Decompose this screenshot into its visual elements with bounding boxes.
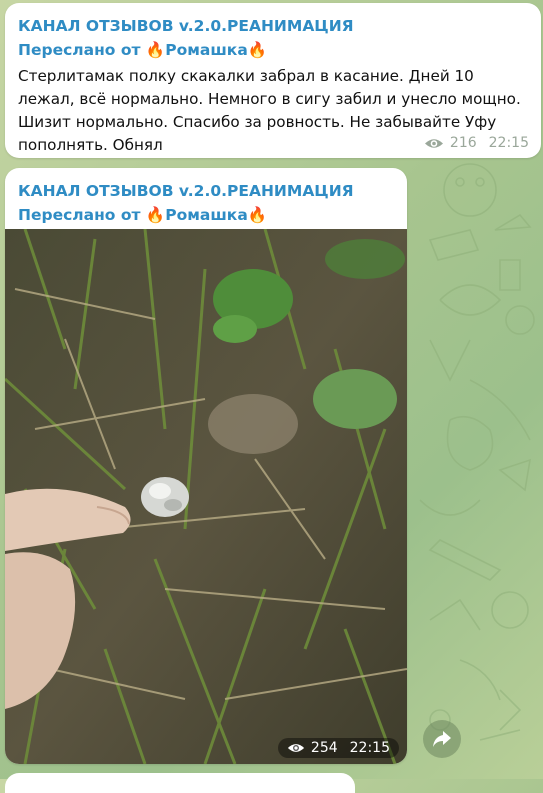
photo-message-bubble[interactable]: КАНАЛ ОТЗЫВОВ v.2.0.РЕАНИМАЦИЯ Переслано… bbox=[5, 168, 407, 764]
message-bubble[interactable]: КАНАЛ ОТЗЫВОВ v.2.0.РЕАНИМАЦИЯ Переслано… bbox=[5, 3, 541, 158]
forwarded-from[interactable]: Переслано от 🔥Ромашка🔥 bbox=[18, 41, 267, 59]
forwarded-name: Ромашка bbox=[165, 206, 248, 224]
forwarded-name: Ромашка bbox=[165, 41, 248, 59]
next-message-bubble[interactable] bbox=[5, 773, 355, 793]
eye-icon bbox=[287, 744, 305, 752]
views-count: 254 bbox=[310, 740, 338, 756]
message-meta: 216 22:15 bbox=[424, 135, 529, 151]
share-arrow-icon bbox=[433, 731, 451, 747]
forwarded-prefix: Переслано от bbox=[18, 206, 141, 224]
fire-emoji: 🔥 bbox=[247, 206, 268, 224]
fire-emoji: 🔥 bbox=[145, 41, 166, 59]
forwarded-prefix: Переслано от bbox=[18, 41, 141, 59]
channel-name[interactable]: КАНАЛ ОТЗЫВОВ v.2.0.РЕАНИМАЦИЯ bbox=[18, 182, 354, 200]
channel-name[interactable]: КАНАЛ ОТЗЫВОВ v.2.0.РЕАНИМАЦИЯ bbox=[18, 17, 354, 35]
photo-meta: 254 22:15 bbox=[277, 738, 399, 758]
message-time: 22:15 bbox=[488, 135, 529, 151]
views-count: 216 bbox=[449, 135, 477, 151]
forwarded-from[interactable]: Переслано от 🔥Ромашка🔥 bbox=[18, 206, 267, 224]
share-button[interactable] bbox=[423, 720, 461, 758]
fire-emoji: 🔥 bbox=[145, 206, 166, 224]
fire-emoji: 🔥 bbox=[247, 41, 268, 59]
eye-icon bbox=[424, 138, 443, 148]
message-time: 22:15 bbox=[349, 740, 390, 756]
message-photo[interactable] bbox=[5, 229, 407, 764]
